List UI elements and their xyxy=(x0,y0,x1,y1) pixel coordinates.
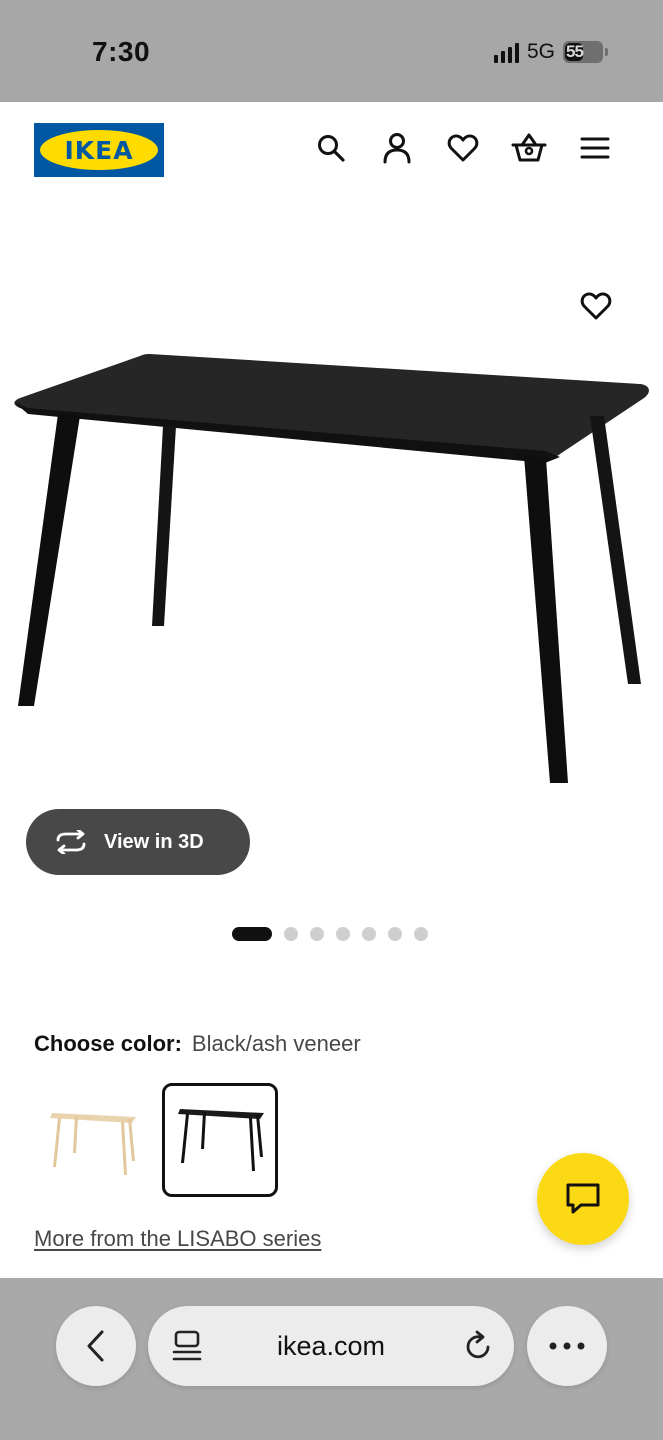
chat-bubble-icon xyxy=(566,1183,600,1214)
status-time: 7:30 xyxy=(92,36,151,67)
battery-level: 55 xyxy=(566,42,584,61)
color-label: Choose color: xyxy=(34,1031,182,1056)
rotate-3d-icon xyxy=(56,830,86,854)
cellular-signal-icon xyxy=(493,41,519,63)
back-button[interactable] xyxy=(56,1306,136,1386)
address-bar[interactable]: ikea.com xyxy=(148,1306,514,1386)
shopping-basket-icon[interactable] xyxy=(511,130,547,166)
status-bar: 7:30 5G 55 xyxy=(0,0,663,102)
gallery-dot-4[interactable] xyxy=(336,927,350,941)
ellipsis-icon xyxy=(549,1342,585,1350)
browser-toolbar: ikea.com xyxy=(0,1278,663,1440)
view-in-3d-label: View in 3D xyxy=(104,830,204,853)
search-icon[interactable] xyxy=(313,130,349,166)
chevron-left-icon xyxy=(87,1330,104,1362)
gallery-pagination xyxy=(232,927,428,941)
logo-text: IKEA xyxy=(64,135,134,165)
gallery-dot-5[interactable] xyxy=(362,927,376,941)
gallery-dot-3[interactable] xyxy=(310,927,324,941)
gallery-dot-6[interactable] xyxy=(388,927,402,941)
view-in-3d-button[interactable]: View in 3D xyxy=(26,809,250,875)
color-chooser-heading: Choose color: Black/ash veneer xyxy=(34,1031,361,1057)
gallery-dot-7[interactable] xyxy=(414,927,428,941)
account-icon[interactable] xyxy=(379,130,415,166)
wishlist-heart-icon[interactable] xyxy=(445,130,481,166)
more-options-button[interactable] xyxy=(527,1306,607,1386)
status-indicators: 5G 55 xyxy=(493,40,608,64)
battery-icon: 55 xyxy=(563,41,608,63)
color-swatches xyxy=(34,1083,278,1197)
product-image-table xyxy=(14,354,649,783)
selected-color-value: Black/ash veneer xyxy=(191,1031,361,1056)
gallery-dot-1[interactable] xyxy=(232,927,272,941)
product-gallery[interactable]: View in 3D xyxy=(0,198,663,988)
chat-button[interactable] xyxy=(537,1153,629,1245)
gallery-dot-2[interactable] xyxy=(284,927,298,941)
menu-icon[interactable] xyxy=(577,130,613,166)
network-type: 5G xyxy=(526,40,555,63)
ikea-logo[interactable]: IKEA xyxy=(34,123,164,177)
color-option-white-stained-ash[interactable] xyxy=(34,1083,150,1197)
logo-oval: IKEA xyxy=(40,130,158,170)
header-actions xyxy=(313,130,613,166)
save-to-favorites-heart-icon[interactable] xyxy=(576,286,616,326)
color-option-black-ash-veneer[interactable] xyxy=(162,1083,278,1197)
url-text: ikea.com xyxy=(276,1330,386,1361)
site-header: IKEA xyxy=(0,102,663,198)
reload-icon[interactable] xyxy=(462,1330,494,1362)
series-link[interactable]: More from the LISABO series xyxy=(34,1226,321,1252)
